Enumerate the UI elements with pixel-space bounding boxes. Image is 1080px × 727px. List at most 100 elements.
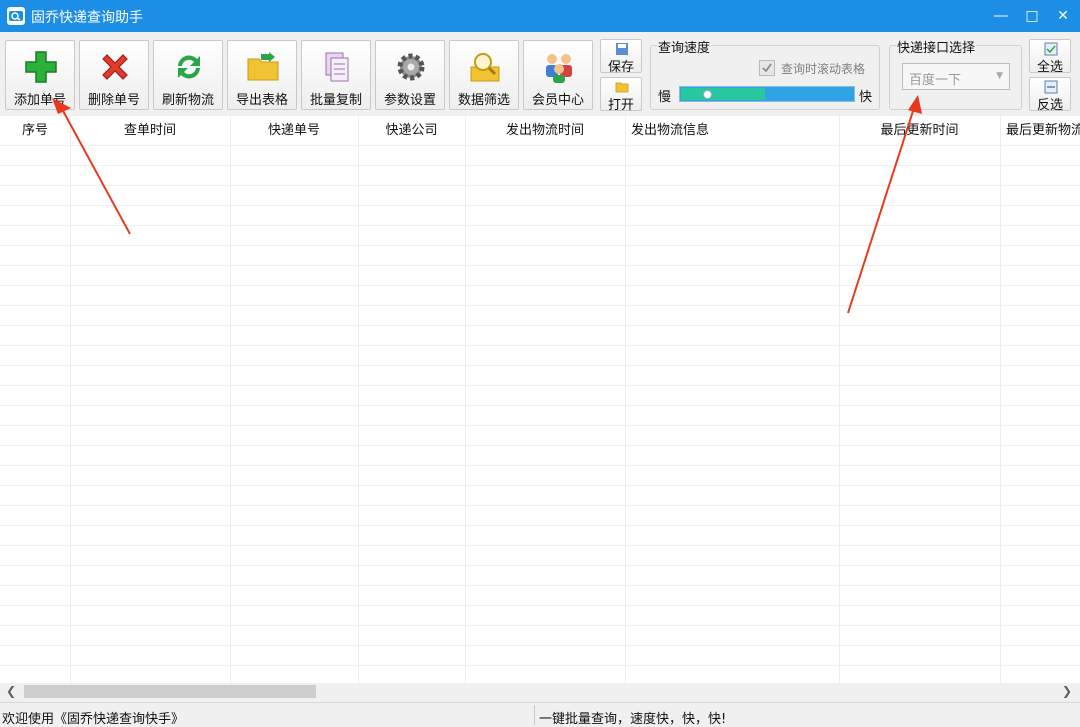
column-header-last-update-time[interactable]: 最后更新时间	[839, 116, 1000, 145]
table-row-line	[0, 665, 1080, 666]
column-header-dispatch-info[interactable]: 发出物流信息	[625, 116, 839, 145]
status-slogan-text: 一键批量查询，速度快，快，快!	[539, 712, 727, 727]
app-window: 固乔快递查询助手 ― □ ✕ 添加单号 删除单号 刷新物流 导出表格 批量复制 …	[0, 0, 1080, 727]
invert-selection-icon	[1044, 80, 1058, 94]
column-divider	[465, 116, 466, 683]
status-bar: 欢迎使用《固乔快递查询快手》 一键批量查询，速度快，快，快!	[0, 702, 1080, 727]
open-label: 打开	[607, 98, 634, 113]
invert-selection-label: 反选	[1036, 98, 1063, 113]
delete-number-label: 删除单号	[87, 93, 140, 108]
speed-slider[interactable]	[679, 86, 855, 102]
batch-copy-label: 批量复制	[309, 93, 362, 108]
table-row-line	[0, 185, 1080, 186]
column-header-dispatch-time[interactable]: 发出物流时间	[465, 116, 625, 145]
table-row-line	[0, 625, 1080, 626]
table-row-line	[0, 145, 1080, 146]
query-speed-group: 查询速度 查询时滚动表格 慢 快	[650, 37, 880, 110]
table-row-line	[0, 645, 1080, 646]
table-row-line	[0, 325, 1080, 326]
save-icon	[616, 43, 628, 55]
open-button[interactable]: 打开	[600, 77, 642, 113]
save-label: 保存	[607, 60, 634, 75]
table-row-line	[0, 425, 1080, 426]
save-button[interactable]: 保存	[600, 39, 642, 75]
slow-label: 慢	[658, 90, 672, 105]
export-folder-icon	[247, 52, 279, 81]
table-row-line	[0, 365, 1080, 366]
data-filter-label: 数据筛选	[457, 93, 510, 108]
status-welcome-text: 欢迎使用《固乔快递查询快手》	[2, 712, 185, 727]
refresh-logistics-button[interactable]: 刷新物流	[153, 40, 223, 110]
fast-label: 快	[859, 90, 873, 105]
column-divider	[358, 116, 359, 683]
column-header-tracking-number[interactable]: 快递单号	[230, 116, 358, 145]
refresh-icon	[178, 55, 200, 79]
column-header-index[interactable]: 序号	[0, 116, 70, 145]
close-icon: ✕	[1057, 8, 1069, 24]
column-header-query-time[interactable]: 查单时间	[70, 116, 230, 145]
table-row-line	[0, 605, 1080, 606]
speed-slider-fill	[681, 88, 765, 100]
export-table-button[interactable]: 导出表格	[227, 40, 297, 110]
courier-api-title: 快递接口选择	[896, 37, 977, 56]
table-row-line	[0, 405, 1080, 406]
chevron-down-icon: ▼	[996, 71, 1003, 81]
copy-icon	[325, 52, 349, 82]
table-row-line	[0, 305, 1080, 306]
add-number-label: 添加单号	[13, 93, 66, 108]
scroll-table-label: 查询时滚动表格	[781, 62, 866, 76]
column-divider	[1000, 116, 1001, 683]
column-divider	[839, 116, 840, 683]
column-divider	[230, 116, 231, 683]
table-row-line	[0, 445, 1080, 446]
add-number-button[interactable]: 添加单号	[5, 40, 75, 110]
member-center-button[interactable]: 会员中心	[523, 40, 593, 110]
checkmark-icon	[762, 63, 772, 73]
settings-button[interactable]: 参数设置	[375, 40, 445, 110]
export-table-label: 导出表格	[235, 93, 288, 108]
settings-label: 参数设置	[383, 93, 436, 108]
column-divider	[625, 116, 626, 683]
member-center-label: 会员中心	[531, 93, 584, 108]
scroll-left-icon[interactable]: ❮	[6, 684, 16, 698]
add-icon	[25, 51, 57, 83]
minimize-icon: ―	[994, 8, 1008, 24]
status-divider	[534, 705, 535, 725]
scrollbar-thumb[interactable]	[24, 685, 316, 698]
column-divider	[70, 116, 71, 683]
column-header-last-update-info[interactable]: 最后更新物流	[1000, 116, 1080, 145]
table-row-line	[0, 565, 1080, 566]
close-button[interactable]: ✕	[1046, 0, 1080, 32]
table-row-line	[0, 385, 1080, 386]
scroll-table-checkbox[interactable]	[759, 60, 775, 76]
speed-slider-thumb[interactable]	[703, 90, 712, 99]
select-all-button[interactable]: 全选	[1029, 39, 1071, 75]
invert-selection-button[interactable]: 反选	[1029, 77, 1071, 113]
maximize-button[interactable]: □	[1015, 0, 1049, 32]
batch-copy-button[interactable]: 批量复制	[301, 40, 371, 110]
courier-api-group: 快递接口选择 百度一下 ▼	[889, 37, 1022, 110]
scroll-right-icon[interactable]: ❯	[1062, 684, 1072, 698]
column-header-courier[interactable]: 快递公司	[358, 116, 465, 145]
table-row-line	[0, 205, 1080, 206]
table-row-line	[0, 165, 1080, 166]
results-table[interactable]: 序号 查单时间 快递单号 快递公司 发出物流时间 发出物流信息 最后更新时间 最…	[0, 116, 1080, 683]
table-row-line	[0, 525, 1080, 526]
horizontal-scrollbar[interactable]: ❮ ❯	[0, 683, 1080, 700]
refresh-logistics-label: 刷新物流	[161, 93, 214, 108]
table-row-line	[0, 265, 1080, 266]
table-row-line	[0, 465, 1080, 466]
table-row-line	[0, 545, 1080, 546]
data-filter-button[interactable]: 数据筛选	[449, 40, 519, 110]
table-row-line	[0, 245, 1080, 246]
gear-icon	[397, 53, 425, 81]
table-row-line	[0, 285, 1080, 286]
window-title: 固乔快递查询助手	[31, 10, 143, 26]
delete-number-button[interactable]: 删除单号	[79, 40, 149, 110]
table-row-line	[0, 505, 1080, 506]
table-row-line	[0, 225, 1080, 226]
minimize-button[interactable]: ―	[984, 0, 1018, 32]
filter-search-icon	[470, 53, 500, 82]
app-logo-icon	[7, 7, 25, 25]
courier-api-select[interactable]: 百度一下 ▼	[902, 63, 1010, 90]
